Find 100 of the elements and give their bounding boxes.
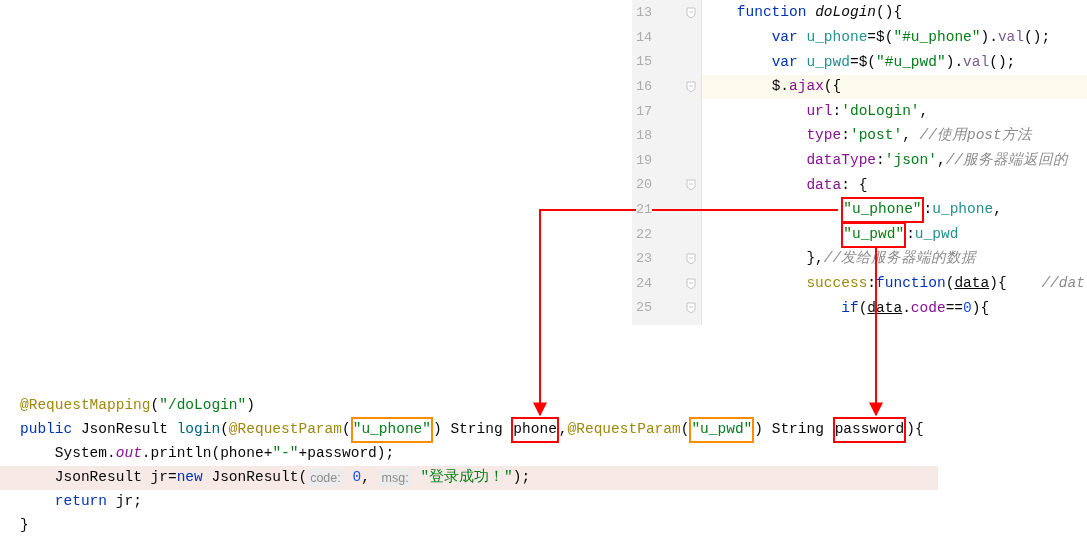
code-token: ({ <box>823 77 842 97</box>
fold-icon[interactable] <box>686 277 697 290</box>
code-token: jr; <box>115 492 142 512</box>
code-token: var <box>771 28 798 47</box>
code-token: (); <box>1024 28 1051 47</box>
fold-icon[interactable] <box>686 253 697 266</box>
code-token: , <box>361 468 370 488</box>
fold-icon[interactable] <box>686 179 697 192</box>
fold-icon[interactable] <box>686 7 697 20</box>
code-token: @RequestParam <box>567 420 681 440</box>
code-token: //使用post方法 <box>919 126 1032 146</box>
parameter-hint: code: <box>307 468 344 488</box>
code-token: "/doLogin" <box>159 396 247 416</box>
code-token: ) <box>246 396 255 416</box>
code-token: ( <box>858 298 868 318</box>
code-token: 'json' <box>884 151 937 170</box>
code-token: . <box>902 298 911 318</box>
code-token: .println(phone+ <box>141 444 273 464</box>
code-token: "-" <box>272 444 299 464</box>
code-token: login <box>176 420 221 440</box>
code-token: ( <box>150 396 160 416</box>
code-token: u_pwd <box>806 52 850 72</box>
code-token: : <box>906 224 915 244</box>
code-token: =$( <box>849 52 877 72</box>
code-token: function <box>736 3 807 23</box>
code-token: : <box>876 151 885 170</box>
code-token: var <box>771 52 798 72</box>
code-token: ){ <box>906 420 924 440</box>
marked-token: "u_pwd" <box>689 417 755 443</box>
code-token: , <box>993 200 1002 220</box>
code-token: dataType <box>806 151 877 170</box>
code-token: code <box>910 298 946 318</box>
code-token: ajax <box>789 77 824 97</box>
code-token: ){ <box>989 273 1007 293</box>
code-token: //dat <box>1041 273 1085 293</box>
marked-token: "u_phone" <box>350 417 433 443</box>
code-token: =$( <box>867 28 894 47</box>
fold-icon[interactable] <box>686 81 697 94</box>
code-token: @RequestMapping <box>20 396 151 416</box>
code-token: ) String <box>754 420 824 440</box>
code-token: success <box>806 273 868 293</box>
code-token: u_phone <box>806 28 868 47</box>
code-token: val <box>963 52 990 72</box>
code-token: public <box>20 420 73 440</box>
code-token: new <box>176 468 203 488</box>
code-token: type <box>806 126 842 146</box>
fold-icon[interactable] <box>686 302 697 315</box>
code-token: (); <box>989 52 1016 72</box>
code-token: , <box>936 151 946 170</box>
code-token: ); <box>512 468 531 488</box>
code-token: : { <box>841 175 868 195</box>
code-token: 'post' <box>849 126 903 146</box>
code-token: "#u_pwd" <box>876 52 946 72</box>
code-token: out <box>115 444 142 464</box>
code-token: JsonResult <box>80 420 168 440</box>
code-token: url <box>806 101 833 121</box>
code-token: val <box>997 28 1024 47</box>
code-token: ( <box>342 420 351 440</box>
code-token: doLogin <box>815 3 877 23</box>
code-token: data <box>806 175 842 195</box>
code-token: , <box>558 420 568 440</box>
marked-token: "u_phone" <box>841 197 924 223</box>
code-token: ( <box>680 420 690 440</box>
code-token: u_pwd <box>914 224 959 244</box>
code-token: 0 <box>963 298 972 318</box>
code-token: ). <box>945 52 964 72</box>
code-token: ). <box>980 28 998 47</box>
code-token: }, <box>806 249 824 269</box>
code-token: } <box>20 516 29 536</box>
code-token: 0 <box>352 468 362 488</box>
code-token: $. <box>771 77 790 97</box>
code-token: @RequestParam <box>228 420 342 440</box>
marked-token: phone <box>511 417 559 443</box>
code-token: : <box>841 126 850 146</box>
code-token: , <box>902 126 911 146</box>
code-token: if <box>841 298 859 318</box>
code-token: ){ <box>971 298 990 318</box>
code-token: return <box>54 492 108 512</box>
parameter-hint: msg: <box>378 468 412 488</box>
code-token: : <box>832 101 842 121</box>
code-token: "登录成功！" <box>420 467 513 488</box>
code-token: 'doLogin' <box>841 101 920 121</box>
code-token: System. <box>54 444 116 464</box>
code-token: : <box>867 273 877 293</box>
code-token: (){ <box>876 3 903 23</box>
code-token: ( <box>945 273 955 293</box>
marked-token: "u_pwd" <box>841 221 907 248</box>
code-token: JsonResult jr= <box>54 468 177 488</box>
code-token: +password); <box>298 444 395 464</box>
code-token: : <box>923 200 933 220</box>
code-token: data <box>954 273 990 293</box>
code-token: == <box>945 298 964 318</box>
code-token: ( <box>220 420 229 440</box>
code-token: "#u_phone" <box>893 28 981 47</box>
code-token: JsonResult( <box>211 468 308 488</box>
code-token: , <box>919 101 929 121</box>
code-token: function <box>876 273 946 293</box>
marked-token: password <box>832 417 907 443</box>
code-token: u_phone <box>932 200 994 220</box>
code-token: //服务器端返回的 <box>945 151 1069 170</box>
